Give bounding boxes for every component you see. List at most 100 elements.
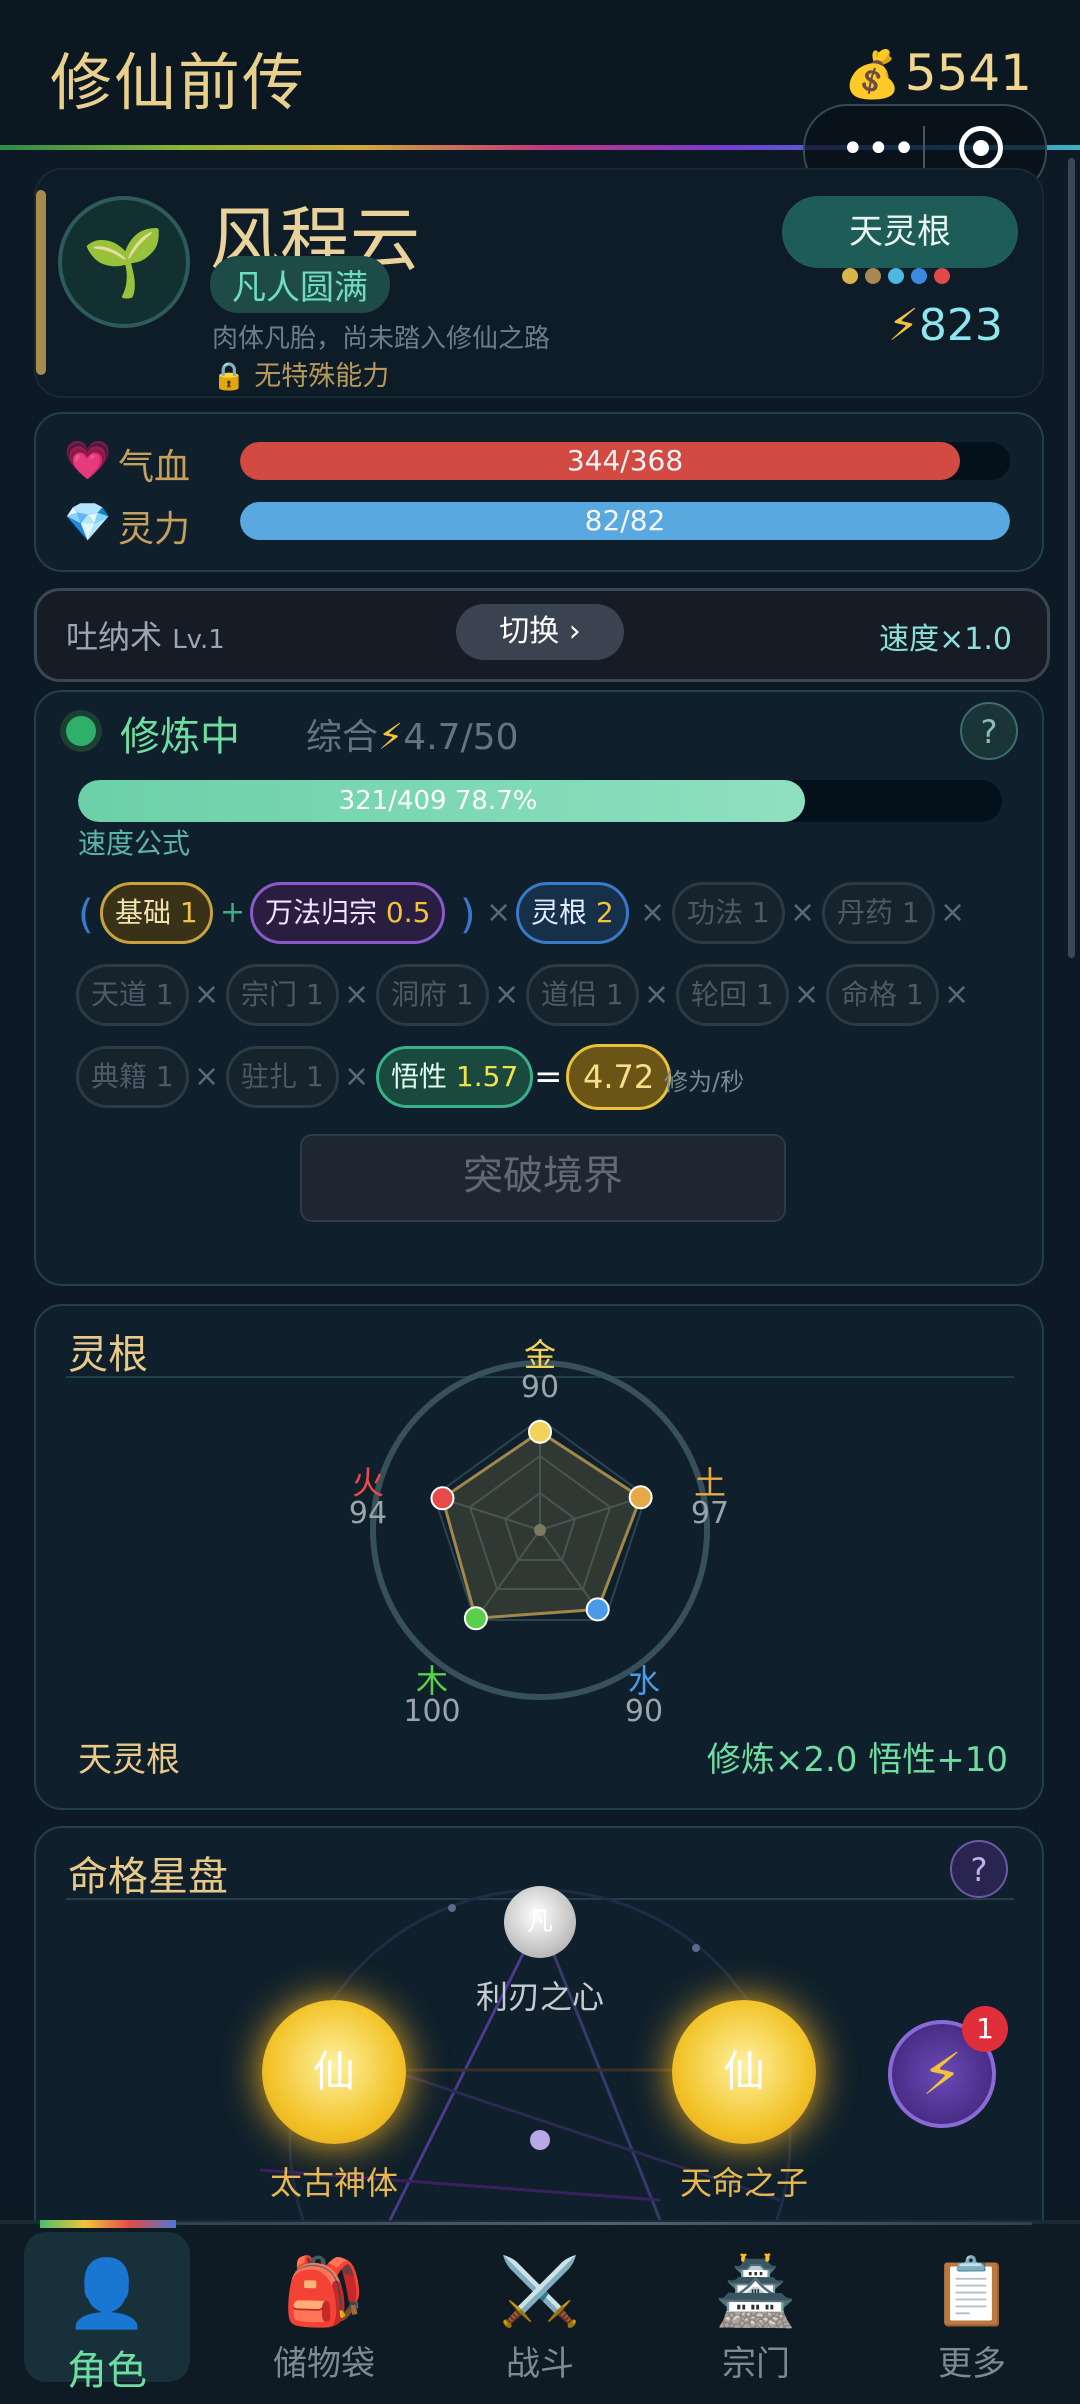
times-sign: × (194, 977, 220, 1012)
mp-label: 灵力 (118, 509, 191, 550)
root-dot (911, 268, 927, 284)
special-ability: 🔒 无特殊能力 (212, 354, 389, 393)
chip-scripture[interactable]: 典籍 1 (76, 1046, 189, 1108)
lightning-icon: ⚡ (378, 717, 404, 758)
crossed-swords-icon: ⚔️ (498, 2253, 582, 2330)
progress-text: 321/409 78.7% (338, 786, 538, 816)
element-value-wood: 100 (403, 1694, 461, 1729)
times-sign: × (344, 1059, 370, 1094)
profile-accent-edge (36, 190, 46, 375)
cultivation-status: 修炼中 (120, 714, 240, 760)
power-value: 823 (918, 300, 1003, 351)
equals-sign: = (534, 1057, 563, 1097)
chip-reincarnation[interactable]: 轮回 1 (676, 964, 789, 1026)
pagoda-icon: 🏯 (714, 2253, 798, 2330)
times-sign: × (194, 1059, 220, 1094)
nav-battle[interactable]: ⚔️ 战斗 (440, 2230, 640, 2400)
fate-label-ancient-body: 太古神体 (269, 2164, 398, 2202)
combined-rate: 综合⚡4.7/50 (306, 708, 519, 760)
cultivation-help-button[interactable]: ? (960, 702, 1018, 760)
combined-value: 4.7/50 (403, 717, 519, 758)
notification-badge: 1 (962, 2006, 1008, 2052)
switch-technique-button[interactable]: 切换 › (456, 604, 624, 660)
fate-label-destiny-child: 天命之子 (679, 2164, 808, 2202)
radar-point-1 (628, 1485, 653, 1510)
nav-more[interactable]: 📋 更多 (872, 2230, 1072, 2400)
technique-level: Lv.1 (172, 625, 225, 655)
chip-heaven[interactable]: 天道 1 (76, 964, 189, 1026)
chip-garrison[interactable]: 驻扎 1 (226, 1046, 339, 1108)
times-sign: × (794, 977, 820, 1012)
times-sign: × (940, 895, 966, 930)
element-value-metal: 90 (520, 1370, 560, 1405)
realm-badge: 凡人圆满 (210, 256, 390, 313)
more-dots-icon[interactable]: ••• (841, 126, 918, 172)
combined-label: 综合 (306, 717, 379, 758)
scrollbar[interactable] (1068, 158, 1075, 958)
fate-orb-immortal-left[interactable]: 仙 (262, 2000, 406, 2144)
radar-point-3 (463, 1606, 488, 1631)
chip-comprehension[interactable]: 悟性 1.57 (376, 1046, 534, 1108)
nav-sect[interactable]: 🏯 宗门 (656, 2230, 856, 2400)
diamond-icon: 💎 (64, 500, 112, 544)
mp-text: 82/82 (584, 504, 666, 537)
times-sign: × (944, 977, 970, 1012)
fate-label-blade-heart: 利刃之心 (475, 1978, 604, 2016)
root-type: 天灵根 (78, 1740, 180, 1780)
chip-technique[interactable]: 功法 1 (672, 882, 785, 944)
close-target-icon[interactable] (959, 126, 1003, 170)
result-unit: 修为/秒 (664, 1068, 745, 1096)
spirit-root-title: 灵根 (68, 1332, 148, 1378)
fate-orb-immortal-right[interactable]: 仙 (672, 2000, 816, 2144)
root-color-dots (842, 268, 957, 288)
combat-power: ⚡823 (888, 300, 1003, 351)
root-dot (842, 268, 858, 284)
status-dot (66, 716, 96, 746)
times-sign: × (790, 895, 816, 930)
sprout-icon: 🌱 (82, 224, 166, 301)
backpack-icon: 🎒 (282, 2253, 366, 2330)
character-icon: 👤 (65, 2255, 149, 2332)
chip-sect[interactable]: 宗门 1 (226, 964, 339, 1026)
times-sign: × (486, 895, 512, 930)
capsule-divider (923, 126, 925, 174)
avatar[interactable]: 🌱 (58, 196, 190, 328)
result-value: 4.72 (566, 1044, 672, 1110)
fate-orb-common[interactable]: 凡 (504, 1886, 576, 1958)
technique-speed: 速度×1.0 (879, 622, 1012, 657)
nav-storage-bag[interactable]: 🎒 储物袋 (224, 2230, 424, 2400)
radar-point-4 (430, 1486, 455, 1511)
technique-title: 吐纳术 (66, 618, 163, 656)
coin-amount: 5541 (904, 44, 1032, 102)
clipboard-icon: 📋 (930, 2253, 1014, 2330)
element-value-water: 90 (624, 1694, 664, 1729)
spirit-root-radar (370, 1360, 710, 1700)
times-sign: × (640, 895, 666, 930)
times-sign: × (644, 977, 670, 1012)
chip-spirit-root[interactable]: 灵根 2 (516, 882, 629, 944)
star-chart-title: 命格星盘 (68, 1854, 228, 1900)
money-bag-icon: 💰 (843, 47, 901, 101)
star-chart-help-button[interactable]: ? (950, 1840, 1008, 1898)
radar-center (534, 1524, 546, 1536)
spirit-root-button[interactable]: 天灵根 (782, 196, 1018, 268)
chip-fate[interactable]: 命格 1 (826, 964, 939, 1026)
radar-point-2 (585, 1597, 610, 1622)
breakthrough-button[interactable]: 突破境界 (300, 1134, 786, 1222)
element-value-fire: 94 (348, 1496, 388, 1531)
nav-rainbow-bar (40, 2220, 176, 2228)
cultivation-progress-bar: 321/409 78.7% (78, 780, 1002, 822)
chip-partner[interactable]: 道侣 1 (526, 964, 639, 1026)
chip-pill[interactable]: 丹药 1 (822, 882, 935, 944)
chip-wanfa[interactable]: 万法归宗 0.5 (250, 882, 446, 944)
hp-text: 344/368 (566, 444, 684, 477)
radar-point-0 (528, 1419, 552, 1444)
character-description: 肉体凡胎，尚未踏入修仙之路 (212, 324, 551, 354)
chip-cave[interactable]: 洞府 1 (376, 964, 489, 1026)
chip-base[interactable]: 基础 1 (100, 882, 213, 944)
times-sign: × (494, 977, 520, 1012)
formula-label: 速度公式 (78, 827, 191, 860)
lightning-icon: ⚡ (888, 300, 919, 351)
nav-character[interactable]: 👤 角色 (24, 2232, 190, 2394)
element-value-earth: 97 (690, 1496, 730, 1531)
